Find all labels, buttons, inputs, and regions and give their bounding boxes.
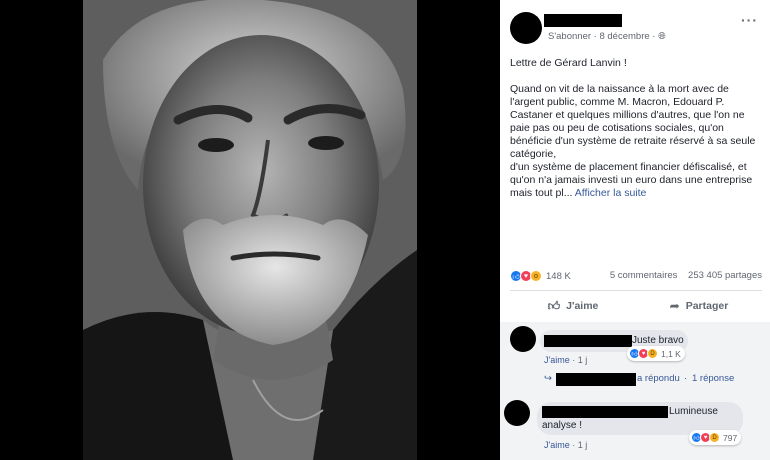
comment-meta: J'aime · 1 j — [544, 440, 587, 450]
commenter-name-redacted[interactable] — [544, 335, 632, 347]
reply-arrow-icon: ↪ — [544, 373, 552, 384]
reaction-summary[interactable]: 👍︎ ♥ o 148 K — [510, 270, 571, 282]
replies-row[interactable]: ↪ a répondu · 1 réponse — [544, 373, 734, 386]
comment-meta: J'aime · 1 j — [544, 355, 587, 365]
comment-text: Juste bravo — [632, 335, 684, 346]
post-text: Lettre de Gérard Lanvin ! Quand on vit d… — [510, 57, 762, 200]
post-header: S'abonner · 8 décembre · 🌐︎ ··· — [500, 0, 770, 48]
reply-count[interactable]: 1 réponse — [692, 373, 734, 384]
commenter-avatar[interactable] — [510, 326, 536, 352]
haha-reaction-icon: D — [647, 348, 658, 359]
comment-count[interactable]: 5 commentaires — [610, 270, 678, 281]
comment-reaction-count: 797 — [723, 432, 738, 443]
comment-time[interactable]: 1 j — [578, 355, 588, 365]
comment-like-link[interactable]: J'aime — [544, 440, 570, 450]
post-title: Lettre de Gérard Lanvin ! — [510, 57, 627, 69]
post-sidebar: S'abonner · 8 décembre · 🌐︎ ··· Lettre d… — [500, 0, 770, 460]
commenter-name-redacted[interactable] — [542, 406, 668, 418]
post-photo[interactable] — [83, 0, 417, 460]
more-options-icon[interactable]: ··· — [741, 12, 758, 28]
share-arrow-icon: ➦ — [669, 299, 680, 313]
author-avatar[interactable] — [510, 12, 542, 44]
comment-text: Lumineuse — [669, 406, 718, 417]
meta-separator: · — [684, 373, 688, 384]
post-body-text: Quand on vit de la naissance à la mort a… — [510, 83, 756, 199]
replied-text: a répondu — [637, 373, 680, 384]
comment-like-link[interactable]: J'aime — [544, 355, 570, 365]
divider — [510, 290, 762, 291]
post-date[interactable]: 8 décembre — [599, 31, 649, 42]
photo-viewer — [0, 0, 500, 460]
globe-icon: 🌐︎ — [658, 31, 666, 42]
wow-reaction-icon: o — [530, 270, 542, 282]
comment-reactions[interactable]: 👍︎ ♥ D 797 — [689, 430, 742, 445]
post-actions: 👍︎ J'aime ➦ Partager — [510, 292, 762, 320]
thumbs-up-icon: 👍︎ — [547, 298, 561, 313]
post-meta: S'abonner · 8 décembre · 🌐︎ — [548, 31, 666, 42]
post-body: Quand on vit de la naissance à la mort a… — [510, 83, 762, 200]
comment-reaction-count: 1,1 K — [661, 348, 681, 359]
author-name-redacted[interactable] — [544, 14, 622, 27]
haha-reaction-icon: D — [709, 432, 720, 443]
subscribe-link[interactable]: S'abonner — [548, 31, 591, 42]
comment-reactions[interactable]: 👍︎ ♥ D 1,1 K — [627, 346, 685, 361]
comment-time[interactable]: 1 j — [578, 440, 588, 450]
like-button-label: J'aime — [566, 300, 599, 312]
comment-text-line2: analyse ! — [542, 420, 583, 431]
share-button-label: Partager — [685, 300, 729, 312]
see-more-link[interactable]: Afficher la suite — [575, 187, 647, 199]
like-button[interactable]: 👍︎ J'aime — [510, 292, 636, 320]
replier-name-redacted[interactable] — [556, 373, 636, 386]
reaction-count: 148 K — [546, 270, 571, 282]
post-stats: 👍︎ ♥ o 148 K 5 commentaires 253 405 part… — [510, 270, 762, 284]
commenter-avatar[interactable] — [504, 400, 530, 426]
share-button[interactable]: ➦ Partager — [636, 292, 762, 320]
portrait-image — [83, 0, 417, 460]
share-count[interactable]: 253 405 partages — [688, 270, 762, 281]
